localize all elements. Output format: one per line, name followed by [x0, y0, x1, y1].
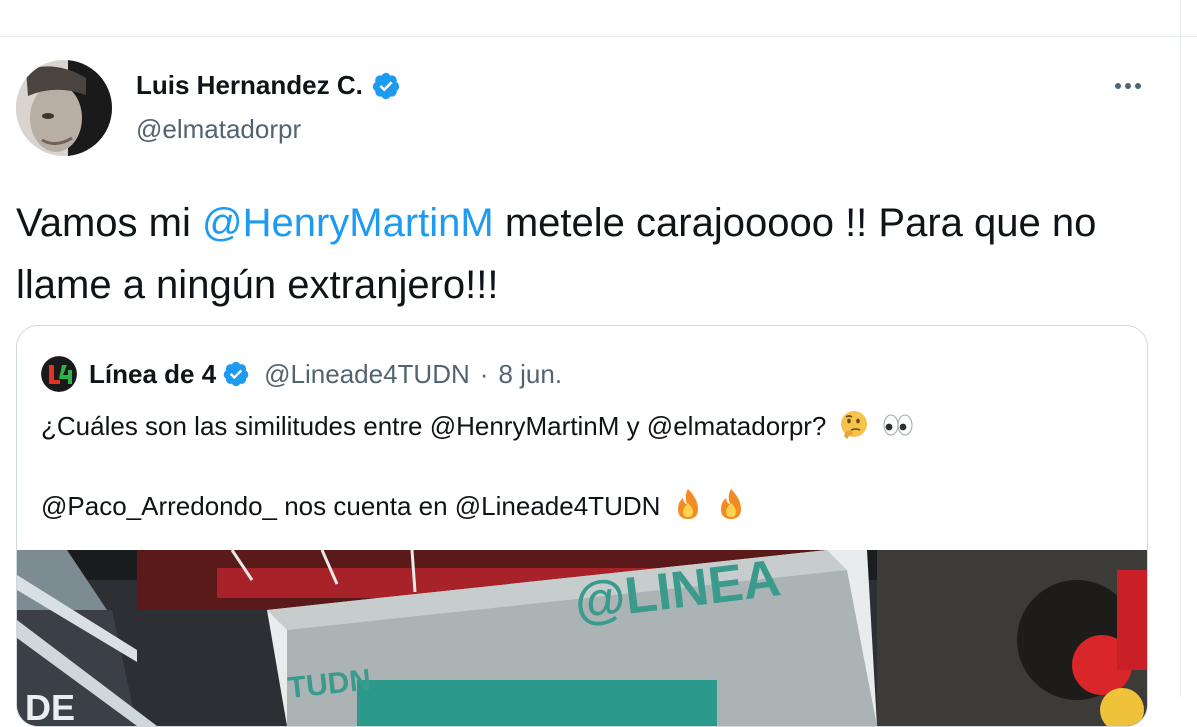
- tweet-text: Vamos mi @HenryMartinM metele carajooooo…: [16, 192, 1136, 316]
- more-dots-icon[interactable]: [1110, 74, 1146, 98]
- author-name-row: Luis Hernandez C.: [136, 70, 401, 101]
- fire-emoji: [677, 489, 698, 519]
- top-strip: [0, 0, 1197, 37]
- author-display-name[interactable]: Luis Hernandez C.: [136, 70, 363, 101]
- verified-badge-icon: [223, 361, 249, 387]
- column-divider: [1180, 0, 1181, 697]
- avatar[interactable]: [16, 60, 112, 156]
- date-separator: ·: [479, 358, 489, 389]
- quoted-tweet-text: ¿Cuáles son las similitudes entre @Henry…: [41, 406, 915, 526]
- mention-link[interactable]: @HenryMartinM: [202, 201, 494, 245]
- quoted-tweet-card[interactable]: Línea de 4 @Lineade4TUDN · 8 jun. ¿Cuále…: [16, 325, 1148, 727]
- quoted-line-1-text: ¿Cuáles son las similitudes entre @Henry…: [41, 411, 827, 441]
- tweet-text-before: Vamos mi: [16, 201, 202, 245]
- quoted-line-1: ¿Cuáles son las similitudes entre @Henry…: [41, 406, 915, 446]
- fire-emoji: [720, 489, 741, 519]
- media-text-left: DE: [25, 687, 75, 726]
- linea-de-4-logo: [41, 356, 77, 392]
- verified-badge-icon: [372, 72, 399, 99]
- thinking-face-emoji: [840, 411, 867, 439]
- quoted-tweet-header: Línea de 4 @Lineade4TUDN · 8 jun.: [41, 356, 562, 392]
- eyes-emoji: [883, 414, 913, 436]
- quoted-video-thumbnail[interactable]: @LINEA TUDN DE: [17, 550, 1147, 726]
- avatar-image: [16, 60, 112, 156]
- quoted-line-2-text: @Paco_Arredondo_ nos cuenta en @Lineade4…: [41, 491, 661, 521]
- quoted-handle[interactable]: @Lineade4TUDN: [264, 359, 470, 390]
- quoted-line-2: @Paco_Arredondo_ nos cuenta en @Lineade4…: [41, 486, 915, 526]
- quoted-avatar[interactable]: [41, 356, 77, 392]
- quoted-date[interactable]: 8 jun.: [498, 359, 562, 390]
- author-handle[interactable]: @elmatadorpr: [136, 114, 301, 145]
- quoted-display-name[interactable]: Línea de 4: [89, 359, 216, 390]
